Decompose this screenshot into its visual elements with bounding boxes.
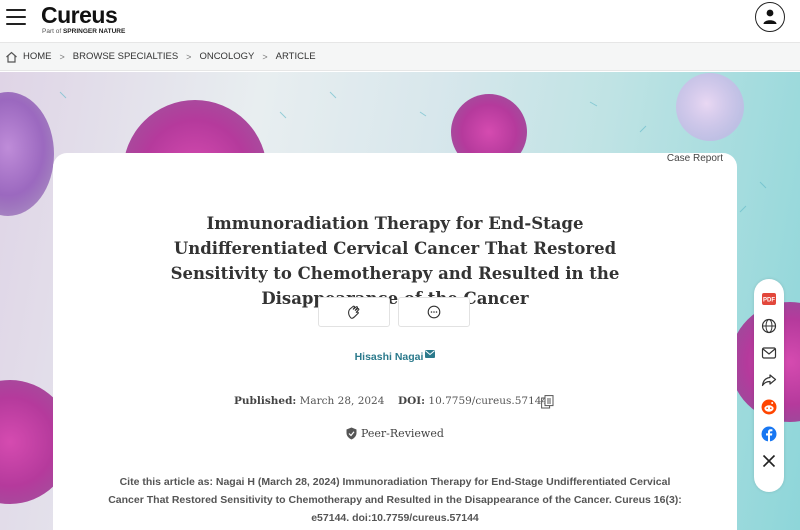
breadcrumb-browse-specialties[interactable]: BROWSE SPECIALTIES	[73, 51, 178, 62]
comments-button[interactable]	[398, 297, 470, 327]
logo-wordmark: Cureus	[41, 2, 118, 28]
email-author-icon[interactable]	[425, 350, 436, 358]
pdf-icon[interactable]: PDF	[761, 291, 777, 307]
doi: DOI: 10.7759/cureus.57144	[398, 395, 549, 407]
chevron-right-icon: >	[59, 51, 65, 62]
site-header: Cureus Part of SPRINGER NATURE	[0, 0, 800, 42]
facebook-icon[interactable]	[761, 426, 777, 442]
copy-icon[interactable]	[541, 395, 554, 409]
article-title: Immunoradiation Therapy for End-Stage Un…	[170, 214, 620, 308]
x-icon[interactable]	[761, 453, 777, 469]
logo-tagline: Part of SPRINGER NATURE	[42, 28, 126, 35]
user-account-button[interactable]	[755, 2, 785, 32]
chevron-right-icon: >	[262, 51, 268, 62]
breadcrumb: HOME > BROWSE SPECIALTIES > ONCOLOGY > A…	[0, 42, 800, 71]
user-icon	[763, 9, 777, 24]
home-icon	[6, 51, 17, 63]
comment-icon	[427, 305, 441, 319]
doi-value[interactable]: 10.7759/cureus.57144	[428, 395, 548, 407]
share-icon[interactable]	[761, 372, 777, 388]
appreciate-button[interactable]	[318, 297, 390, 327]
chevron-right-icon: >	[186, 51, 192, 62]
breadcrumb-article: ARTICLE	[275, 51, 316, 62]
reddit-icon[interactable]	[761, 399, 777, 415]
published-date: Published: March 28, 2024	[234, 395, 385, 407]
article-card: Case Report Immunoradiation Therapy for …	[53, 153, 737, 530]
globe-icon[interactable]	[761, 318, 777, 334]
author-name[interactable]: Hisashi Nagai	[53, 350, 737, 363]
email-icon[interactable]	[761, 345, 777, 361]
article-type-label: Case Report	[666, 153, 723, 164]
share-rail: PDF	[754, 279, 784, 492]
clap-icon	[348, 305, 360, 319]
svg-text:PDF: PDF	[763, 298, 775, 304]
breadcrumb-oncology[interactable]: ONCOLOGY	[199, 51, 254, 62]
breadcrumb-home[interactable]: HOME	[23, 51, 52, 62]
peer-reviewed-badge: Peer-Reviewed	[346, 427, 444, 440]
citation-text: Cite this article as: Nagai H (March 28,…	[108, 476, 682, 524]
cureus-logo[interactable]: Cureus Part of SPRINGER NATURE	[41, 2, 125, 36]
shield-check-icon	[346, 427, 357, 439]
menu-icon[interactable]	[6, 9, 26, 27]
